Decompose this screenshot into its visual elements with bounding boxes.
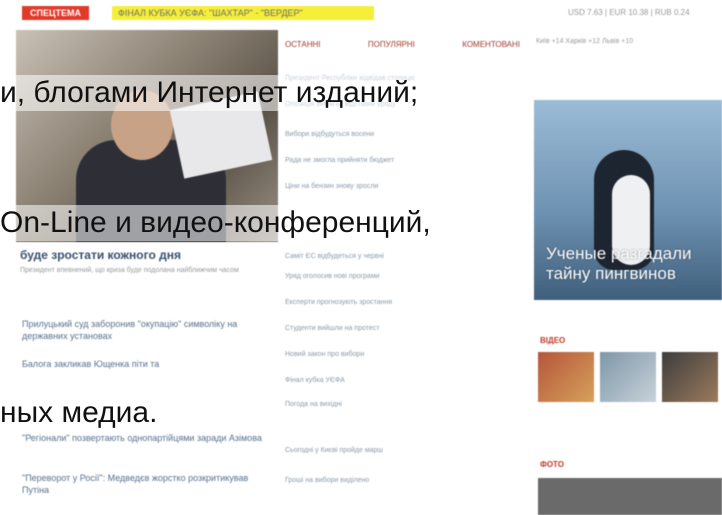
tab-popular[interactable]: ПОПУЛЯРНІ (368, 40, 415, 49)
left-news-item[interactable]: Прилуцький суд заборонив "окупацію" симв… (22, 318, 272, 342)
list-item[interactable]: Погода на вихідні (285, 400, 520, 409)
lead-headline[interactable]: буде зростати кожного дня (20, 248, 270, 262)
list-item[interactable]: Вибори відбудуться восени (285, 130, 520, 139)
overlay-text-line1: и, блогами Интернет изданий; (0, 75, 419, 111)
list-item[interactable]: Гроші на вибори виділено (285, 476, 520, 485)
penguin-caption-line1: Ученые разгадали (546, 244, 692, 263)
list-item[interactable]: Фінал кубка УЄФА (285, 376, 520, 385)
photo-section-label[interactable]: ФОТО (540, 460, 564, 469)
list-item[interactable]: Рада не змогла прийняти бюджет (285, 156, 520, 165)
list-item[interactable]: Експерти прогнозують зростання (285, 298, 520, 307)
overlay-text-line3: ных медиа. (0, 395, 158, 431)
video-thumbnails (538, 352, 722, 402)
list-item[interactable]: Уряд оголосив нові програми (285, 272, 520, 281)
video-section-label[interactable]: ВІДЕО (540, 336, 565, 345)
tab-latest[interactable]: ОСТАННІ (285, 40, 320, 49)
list-item[interactable]: Сьогодні у Києві пройде марш (285, 446, 520, 455)
photo-strip[interactable] (538, 478, 722, 515)
tab-commented[interactable]: КОМЕНТОВАНІ (462, 40, 520, 49)
weather-strip[interactable]: Київ +14 Харків +12 Львів +10 (536, 38, 722, 45)
video-thumbnail[interactable] (600, 352, 656, 402)
lead-summary: Президент впевнений, що криза буде подол… (20, 267, 239, 274)
list-item[interactable]: Саміт ЄС відбудеться у червні (285, 252, 520, 261)
top-bar: СПЕЦТЕМА ФІНАЛ КУБКА УЄФА: "ШАХТАР" - "В… (0, 0, 722, 22)
special-topic-tag[interactable]: СПЕЦТЕМА (22, 6, 90, 20)
left-news-item[interactable]: Балога закликав Ющенка піти та (22, 358, 272, 370)
news-tabs: ОСТАННІ ПОПУЛЯРНІ КОМЕНТОВАНІ (285, 40, 520, 49)
video-thumbnail[interactable] (662, 352, 718, 402)
list-item[interactable]: Ціни на бензин знову зросли (285, 182, 520, 191)
left-news-item[interactable]: "Переворот у Росії": Медведєв жорстко ро… (22, 472, 272, 496)
video-thumbnail[interactable] (538, 352, 594, 402)
left-news-item[interactable]: "Регіонали" позвертають однопартійцями з… (22, 432, 272, 444)
currency-rates: USD 7.63 | EUR 10.38 | RUB 0.24 (568, 8, 690, 17)
list-item[interactable]: Студенти вийшли на протест (285, 324, 520, 333)
list-item[interactable]: Новий закон про вибори (285, 350, 520, 359)
overlay-text-line2: On-Line и видео-конференций, (0, 205, 431, 241)
penguin-caption-line2: тайну пингвинов (546, 264, 676, 283)
news-ticker[interactable]: ФІНАЛ КУБКА УЄФА: "ШАХТАР" - "ВЕРДЕР" (112, 6, 374, 20)
penguin-caption[interactable]: Ученые разгадали тайну пингвинов (546, 244, 691, 284)
